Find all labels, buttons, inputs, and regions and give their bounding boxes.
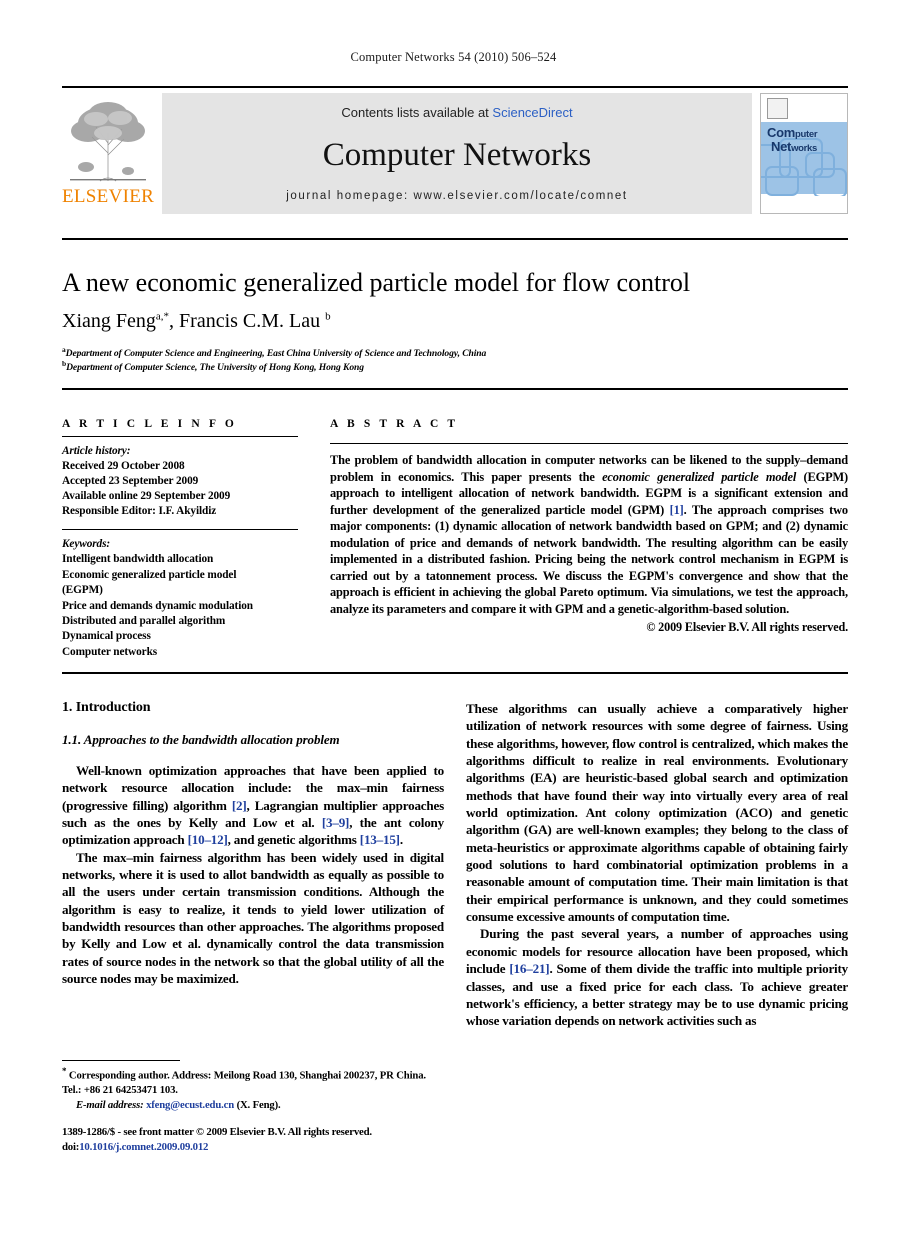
keywords-label: Keywords: — [62, 538, 111, 551]
article-info-block: A R T I C L E I N F O Article history: R… — [62, 418, 298, 660]
paragraph-3: These algorithms can usually achieve a c… — [466, 701, 848, 925]
sciencedirect-link[interactable]: ScienceDirect — [492, 105, 572, 120]
banner-center-panel: Contents lists available at ScienceDirec… — [162, 93, 752, 214]
paragraph-1: Well-known optimization approaches that … — [62, 762, 444, 849]
cover-artwork: Computer Networks — [761, 122, 847, 196]
article-info-rule — [62, 436, 298, 437]
cover-top-band — [761, 94, 847, 122]
running-head: Computer Networks 54 (2010) 506–524 — [350, 50, 557, 64]
elsevier-badge-icon — [767, 98, 788, 119]
cover-shape-4 — [765, 166, 799, 196]
doi-link[interactable]: 10.1016/j.comnet.2009.09.012 — [79, 1141, 208, 1153]
abstract-heading: A B S T R A C T — [330, 418, 459, 430]
p1-citation-2[interactable]: [3–9] — [322, 815, 350, 830]
keyword-item: Price and demands dynamic modulation — [62, 599, 253, 612]
footnote-rule — [62, 1060, 180, 1061]
cover-title-text: Computer Networks — [767, 126, 845, 153]
body-column-right: These algorithms can usually achieve a c… — [466, 700, 848, 1030]
keywords-block: Keywords: Intelligent bandwidth allocati… — [62, 537, 298, 660]
affiliation-b-text: Department of Computer Science, The Univ… — [66, 362, 364, 374]
email-note: E-mail address: xfeng@ecust.edu.cn (X. F… — [62, 1099, 444, 1111]
affiliation-a-text: Department of Computer Science and Engin… — [65, 348, 487, 360]
keyword-item: (EGPM) — [62, 584, 103, 597]
elsevier-wordmark: ELSEVIER — [62, 186, 155, 207]
cover-line2-rest: works — [791, 142, 818, 154]
article-info-heading: A R T I C L E I N F O — [62, 418, 237, 430]
issn-copyright-line: 1389-1286/$ - see front matter © 2009 El… — [62, 1126, 372, 1138]
email-suffix: (X. Feng). — [234, 1098, 281, 1111]
abstract-top-rule — [62, 388, 848, 390]
affiliation-b: bDepartment of Computer Science, The Uni… — [62, 359, 848, 375]
cover-bottom-band — [761, 194, 847, 213]
email-label: E-mail address: — [76, 1098, 144, 1111]
cover-line1-rest: puter — [795, 129, 818, 140]
history-item: Responsible Editor: I.F. Akyildiz — [62, 505, 217, 518]
history-item: Received 29 October 2008 — [62, 460, 185, 473]
keyword-item: Intelligent bandwidth allocation — [62, 553, 214, 566]
journal-cover-thumbnail[interactable]: Computer Networks — [760, 93, 848, 214]
keyword-item: Computer networks — [62, 645, 158, 658]
history-item: Available online 29 September 2009 — [62, 490, 231, 503]
abstract-block: A B S T R A C T The problem of bandwidth… — [330, 418, 848, 635]
banner-bottom-rule — [62, 238, 848, 240]
history-item: Accepted 23 September 2009 — [62, 475, 199, 488]
journal-banner: ELSEVIER Contents lists available at Sci… — [62, 86, 848, 214]
keywords-rule — [62, 529, 298, 531]
paragraph-4: During the past several years, a number … — [466, 925, 848, 1029]
abstract-rule — [330, 443, 848, 444]
abstract-copyright: © 2009 Elsevier B.V. All rights reserved… — [646, 620, 848, 635]
p1-citation-4[interactable]: [13–15] — [360, 832, 400, 847]
journal-homepage-link[interactable]: journal homepage: www.elsevier.com/locat… — [162, 190, 752, 202]
abstract-text: The problem of bandwidth allocation in c… — [330, 452, 848, 617]
subsection-heading-approaches: 1.1. Approaches to the bandwidth allocat… — [62, 732, 340, 747]
elsevier-logo: ELSEVIER — [62, 93, 154, 214]
paragraph-2: The max–min fairness algorithm has been … — [62, 849, 444, 987]
body-column-left: 1. Introduction 1.1. Approaches to the b… — [62, 700, 444, 987]
keyword-item: Dynamical process — [62, 630, 151, 643]
corresponding-author-note: * Corresponding author. Address: Meilong… — [62, 1065, 444, 1098]
paper-page: Computer Networks 54 (2010) 506–524 ELSE… — [0, 0, 907, 1238]
abstract-part-3: . The approach comprises two major compo… — [330, 502, 848, 616]
article-history-label: Article history: — [62, 445, 131, 457]
doi-line: doi:10.1016/j.comnet.2009.09.012 — [62, 1140, 462, 1155]
author-2-affil-marker: b — [325, 310, 331, 323]
page-title: A new economic generalized particle mode… — [62, 268, 691, 297]
abstract-citation-1[interactable]: [1] — [670, 503, 684, 517]
keyword-item: Economic generalized particle model — [62, 568, 237, 581]
cover-shape-5 — [813, 168, 847, 196]
article-history: Article history: Received 29 October 200… — [62, 444, 298, 519]
author-2: , Francis C.M. Lau — [169, 310, 326, 332]
contents-available-line: Contents lists available at ScienceDirec… — [162, 105, 752, 120]
journal-title: Computer Networks — [322, 137, 592, 173]
p1-part-e: . — [399, 832, 403, 848]
author-1: Xiang Feng — [62, 310, 156, 332]
cover-line2-strong: Net — [771, 138, 792, 154]
corresponding-author-text: Corresponding author. Address: Meilong R… — [62, 1069, 426, 1097]
elsevier-tree-icon — [62, 93, 154, 186]
p1-citation-1[interactable]: [2] — [232, 798, 247, 813]
section-heading-introduction: 1. Introduction — [62, 700, 151, 715]
p1-citation-3[interactable]: [10–12] — [188, 832, 228, 847]
author-1-affil-marker: a,* — [155, 310, 170, 323]
p1-part-d: , and genetic algorithms — [227, 832, 360, 848]
abstract-italic-term: economic generalized particle model — [602, 469, 797, 484]
imprint-block: 1389-1286/$ - see front matter © 2009 El… — [62, 1125, 462, 1155]
body-top-rule — [62, 672, 848, 674]
email-link[interactable]: xfeng@ecust.edu.cn — [146, 1099, 234, 1111]
doi-label: doi: — [62, 1141, 80, 1154]
author-list: Xiang Fenga,*, Francis C.M. Lau b — [62, 310, 848, 333]
footnote-block: * Corresponding author. Address: Meilong… — [62, 1060, 444, 1111]
contents-prefix: Contents lists available at — [341, 105, 493, 120]
p4-citation-1[interactable]: [16–21] — [509, 961, 549, 976]
keyword-item: Distributed and parallel algorithm — [62, 614, 226, 627]
